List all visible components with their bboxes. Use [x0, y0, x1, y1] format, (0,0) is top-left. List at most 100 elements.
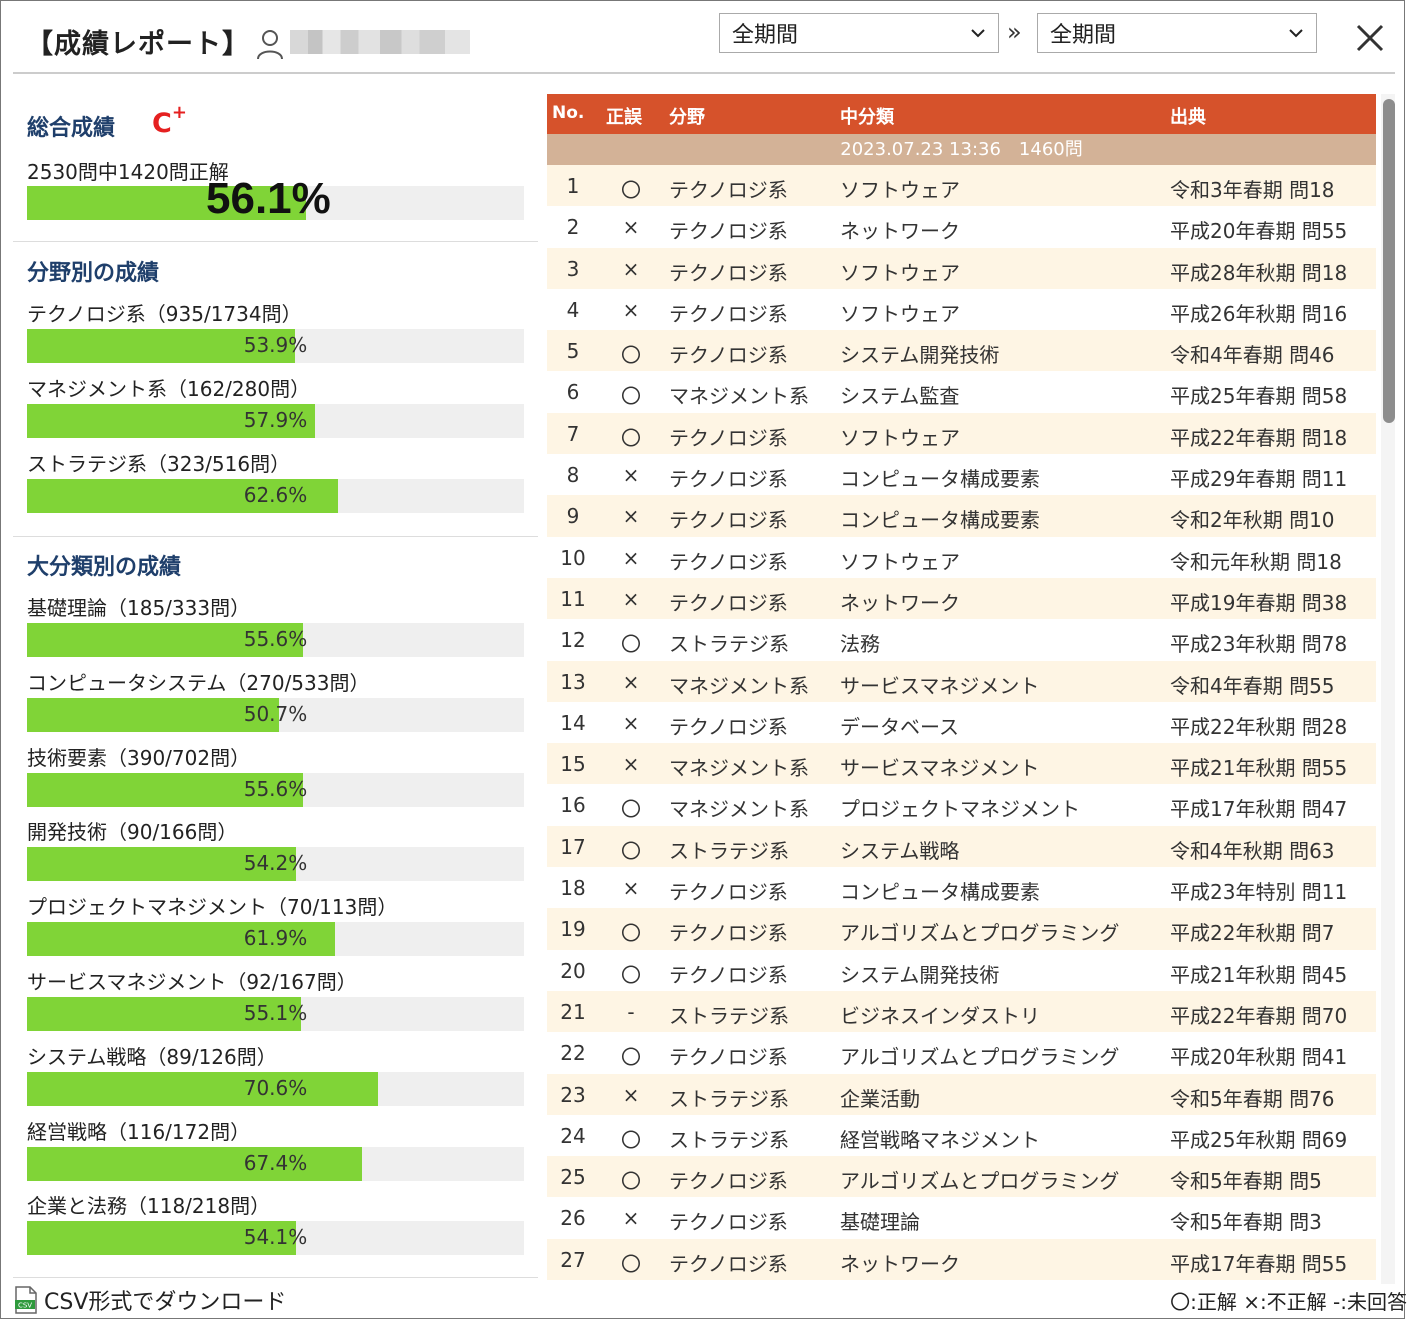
row-result-mark: ×: [622, 710, 640, 735]
table-row[interactable]: 13 × マネジメント系 サービスマネジメント 令和4年春期 問55: [547, 660, 1376, 702]
svg-text:CSV: CSV: [18, 1302, 32, 1310]
row-field: テクノロジ系: [669, 343, 788, 368]
row-result-mark: ×: [622, 1206, 640, 1231]
table-row[interactable]: 19 〇 テクノロジ系 アルゴリズムとプログラミング 平成22年秋期 問7: [547, 908, 1376, 950]
row-number: 12: [560, 628, 586, 653]
row-number: 13: [560, 669, 586, 694]
row-field: テクノロジ系: [669, 1045, 788, 1070]
csv-download-link[interactable]: CSV CSV形式でダウンロード: [14, 1284, 286, 1316]
table-row[interactable]: 22 〇 テクノロジ系 アルゴリズムとプログラミング 平成20年秋期 問41: [547, 1032, 1376, 1074]
category-label: コンピュータシステム（270/533問）: [27, 670, 370, 695]
row-mid-category: サービスマネジメント: [840, 673, 1040, 698]
table-row[interactable]: 24 〇 ストラテジ系 経営戦略マネジメント 平成25年秋期 問69: [547, 1114, 1376, 1157]
row-field: マネジメント系: [669, 384, 809, 409]
table-row[interactable]: 6 〇 マネジメント系 システム監査 平成25年春期 問58: [547, 371, 1376, 413]
row-mid-category: コンピュータ構成要素: [840, 508, 1040, 533]
row-field: テクノロジ系: [669, 921, 788, 946]
col-no-header: No.: [552, 103, 585, 123]
row-field: ストラテジ系: [669, 632, 789, 657]
row-mid-category: ソフトウェア: [840, 301, 960, 326]
overall-summary: 2530問中1420問正解: [27, 160, 229, 184]
row-field: テクノロジ系: [669, 467, 788, 492]
row-field: テクノロジ系: [669, 219, 788, 244]
row-number: 7: [566, 421, 580, 446]
row-field: テクノロジ系: [669, 1251, 788, 1276]
row-source: 令和元年秋期 問18: [1170, 549, 1342, 574]
row-source: 平成22年秋期 問28: [1170, 714, 1348, 739]
period-from-value: 全期間: [732, 23, 799, 48]
section-divider: [13, 241, 538, 242]
row-result-mark: ×: [622, 463, 640, 488]
table-row[interactable]: 15 × マネジメント系 サービスマネジメント 平成21年秋期 問55: [547, 743, 1376, 785]
row-source: 平成25年春期 問58: [1170, 384, 1348, 409]
row-source: 平成23年特別 問11: [1170, 880, 1348, 905]
table-row[interactable]: 14 × テクノロジ系 データベース 平成22年秋期 問28: [547, 701, 1376, 744]
overall-percent: 56.1%: [206, 174, 331, 223]
table-row[interactable]: 18 × テクノロジ系 コンピュータ構成要素 平成23年特別 問11: [547, 867, 1376, 909]
table-row[interactable]: 12 〇 ストラテジ系 法務 平成23年秋期 問78: [547, 619, 1376, 661]
row-source: 平成17年春期 問55: [1170, 1251, 1348, 1276]
row-field: マネジメント系: [669, 797, 809, 822]
table-row[interactable]: 16 〇 マネジメント系 プロジェクトマネジメント 平成17年秋期 問47: [547, 784, 1376, 826]
session-row: 2023.07.23 13:36 1460問: [547, 134, 1376, 165]
table-row[interactable]: 25 〇 テクノロジ系 アルゴリズムとプログラミング 令和5年春期 問5: [547, 1156, 1376, 1198]
row-number: 17: [560, 834, 586, 859]
csv-download-label: CSV形式でダウンロード: [44, 1290, 287, 1315]
category-progress-bar: 53.9%: [27, 329, 524, 363]
row-result-mark: 〇: [621, 921, 641, 946]
table-row[interactable]: 20 〇 テクノロジ系 システム開発技術 平成21年秋期 問45: [547, 949, 1376, 991]
field-section-title: 分野別の成績: [27, 261, 160, 286]
major-section-title: 大分類別の成績: [27, 555, 182, 580]
row-field: ストラテジ系: [669, 1127, 789, 1152]
category-label: マネジメント系（162/280問）: [27, 377, 311, 401]
category-label: プロジェクトマネジメント（70/113問）: [27, 895, 398, 920]
row-field: ストラテジ系: [669, 838, 789, 863]
category-progress-bar: 54.1%: [27, 1221, 524, 1256]
table-row[interactable]: 2 × テクノロジ系 ネットワーク 平成20年春期 問55: [547, 206, 1376, 248]
row-field: テクノロジ系: [669, 714, 788, 739]
table-row[interactable]: 8 × テクノロジ系 コンピュータ構成要素 平成29年春期 問11: [547, 454, 1376, 496]
table-row[interactable]: 5 〇 テクノロジ系 システム開発技術 令和4年春期 問46: [547, 330, 1376, 372]
report-title: 【成績レポート】: [26, 29, 250, 60]
row-number: 8: [566, 463, 580, 488]
section-divider: [13, 1277, 538, 1278]
table-row[interactable]: 7 〇 テクノロジ系 ソフトウェア 平成22年春期 問18: [547, 412, 1376, 455]
row-mid-category: ソフトウェア: [840, 260, 960, 285]
mark-legend: 〇:正解 ×:不正解 -:未回答: [1170, 1290, 1407, 1314]
table-row[interactable]: 10 × テクノロジ系 ソフトウェア 令和元年秋期 問18: [547, 536, 1376, 578]
row-source: 平成22年春期 問70: [1170, 1003, 1348, 1028]
category-progress-bar: 57.9%: [27, 404, 524, 438]
row-number: 16: [560, 793, 586, 818]
row-number: 26: [560, 1206, 586, 1231]
row-number: 4: [566, 297, 580, 322]
table-row[interactable]: 27 〇 テクノロジ系 ネットワーク 平成17年春期 問55: [547, 1238, 1376, 1281]
period-from-select[interactable]: 全期間: [719, 13, 999, 53]
csv-file-icon: CSV: [15, 1286, 37, 1314]
category-percent: 54.2%: [243, 851, 308, 876]
row-result-mark: ×: [622, 669, 640, 694]
close-icon[interactable]: [1352, 20, 1388, 56]
table-row[interactable]: 4 × テクノロジ系 ソフトウェア 平成26年秋期 問16: [547, 288, 1376, 331]
period-to-select[interactable]: 全期間: [1037, 13, 1317, 53]
table-row[interactable]: 11 × テクノロジ系 ネットワーク 平成19年春期 問38: [547, 577, 1376, 620]
table-row[interactable]: 9 × テクノロジ系 コンピュータ構成要素 令和2年秋期 問10: [547, 495, 1376, 537]
table-row[interactable]: 17 〇 ストラテジ系 システム戦略 令和4年秋期 問63: [547, 825, 1376, 868]
row-number: 1: [566, 174, 580, 198]
scrollbar-thumb[interactable]: [1383, 99, 1395, 423]
row-mid-category: サービスマネジメント: [840, 756, 1040, 781]
category-percent: 55.1%: [243, 1001, 308, 1025]
row-result-mark: ×: [622, 752, 640, 777]
category-percent: 55.6%: [243, 627, 308, 651]
table-row[interactable]: 23 × ストラテジ系 企業活動 令和5年春期 問76: [547, 1073, 1376, 1115]
row-source: 平成28年秋期 問18: [1170, 260, 1348, 285]
table-row[interactable]: 21 - ストラテジ系 ビジネスインダストリ 平成22年春期 問70: [547, 990, 1376, 1033]
table-row[interactable]: 3 × テクノロジ系 ソフトウェア 平成28年秋期 問18: [547, 247, 1376, 289]
table-row[interactable]: 26 × テクノロジ系 基礎理論 令和5年春期 問3: [547, 1197, 1376, 1239]
row-result-mark: 〇: [621, 962, 641, 987]
row-source: 令和2年秋期 問10: [1170, 508, 1335, 533]
row-field: テクノロジ系: [669, 301, 788, 326]
category-progress-bar: 70.6%: [27, 1071, 524, 1106]
row-mid-category: 基礎理論: [840, 1210, 920, 1235]
row-number: 3: [566, 256, 580, 281]
table-row[interactable]: 1 〇 テクノロジ系 ソフトウェア 令和3年春期 問18: [547, 165, 1376, 207]
